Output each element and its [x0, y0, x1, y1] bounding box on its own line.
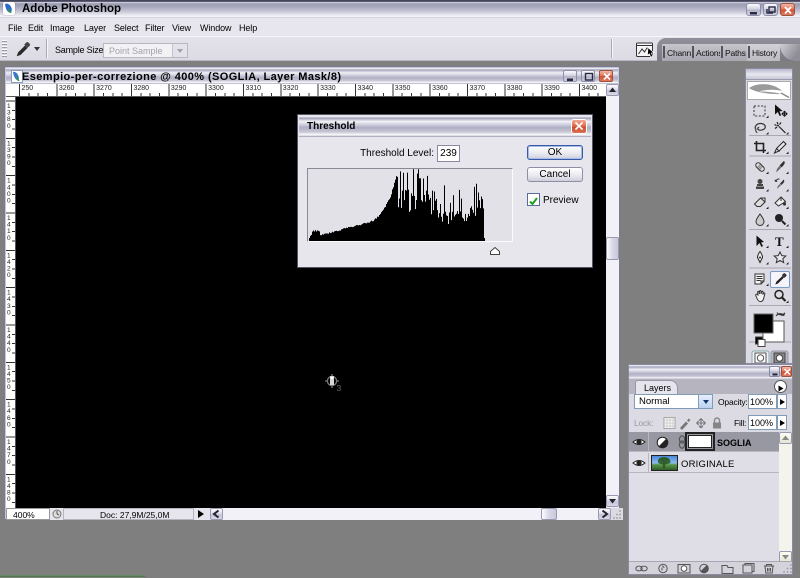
svg-text:0: 0 [7, 272, 11, 279]
svg-text:3: 3 [337, 383, 342, 393]
svg-text:0: 0 [7, 198, 11, 205]
svg-text:0: 0 [7, 235, 11, 242]
svg-text:0: 0 [7, 384, 11, 391]
svg-text:T: T [775, 234, 784, 249]
svg-text:0: 0 [7, 160, 11, 167]
svg-text:0: 0 [7, 309, 11, 316]
svg-text:0: 0 [7, 421, 11, 428]
svg-text:0: 0 [7, 347, 11, 354]
svg-text:0: 0 [7, 459, 11, 466]
svg-text:0: 0 [7, 123, 11, 130]
svg-text:0: 0 [7, 496, 11, 503]
